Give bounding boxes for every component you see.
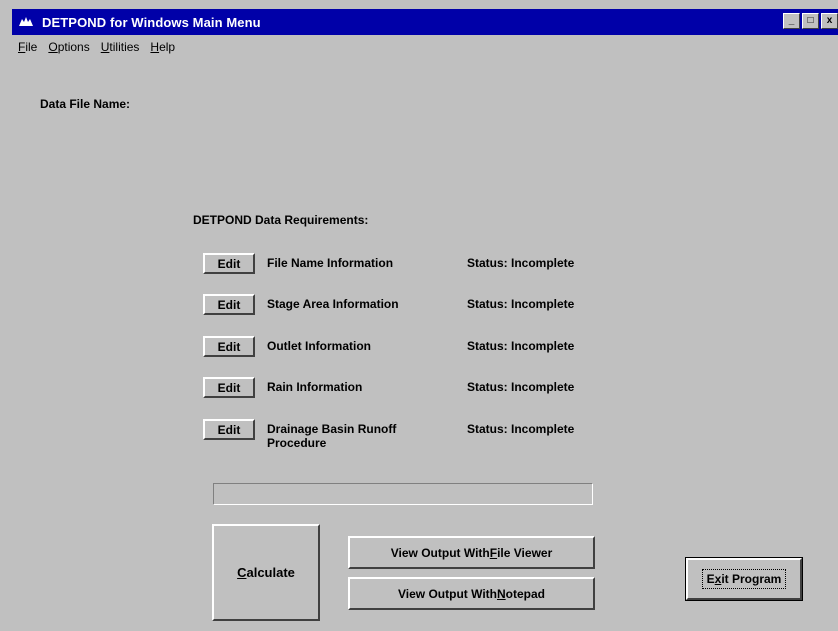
requirement-label-file-name: File Name Information <box>267 256 394 270</box>
menu-help[interactable]: Help <box>150 40 175 60</box>
requirements-heading: DETPOND Data Requirements: <box>193 213 369 227</box>
exit-program-button[interactable]: Exit Program <box>686 558 802 600</box>
requirement-label-rain: Rain Information <box>267 380 363 394</box>
status-outlet: Status: Incomplete <box>467 339 575 353</box>
status-drainage-basin: Status: Incomplete <box>467 422 575 436</box>
requirement-label-drainage-basin: Drainage Basin Runoff Procedure <box>267 422 397 450</box>
exit-default-frame: Exit Program <box>685 557 803 601</box>
main-window: DETPOND for Windows Main Menu _ □ x File… <box>0 0 838 631</box>
data-file-name-label: Data File Name: <box>40 97 131 111</box>
view-output-notepad-button[interactable]: View Output With Notepad <box>348 577 595 610</box>
status-file-name: Status: Incomplete <box>467 256 575 270</box>
app-icon[interactable] <box>16 13 36 31</box>
menu-bar: File Options Utilities Help <box>18 40 175 60</box>
view-output-file-viewer-button[interactable]: View Output With File Viewer <box>348 536 595 569</box>
close-button[interactable]: x <box>821 13 838 29</box>
menu-utilities[interactable]: Utilities <box>101 40 140 60</box>
menu-file[interactable]: File <box>18 40 37 60</box>
calculate-button[interactable]: Calculate <box>212 524 320 621</box>
window-title: DETPOND for Windows Main Menu <box>42 14 261 30</box>
minimize-button[interactable]: _ <box>783 13 800 29</box>
edit-file-name-button[interactable]: Edit <box>203 253 255 274</box>
menu-options[interactable]: Options <box>48 40 89 60</box>
edit-stage-area-button[interactable]: Edit <box>203 294 255 315</box>
window-controls: _ □ x <box>783 13 838 29</box>
requirement-label-stage-area: Stage Area Information <box>267 297 399 311</box>
status-stage-area: Status: Incomplete <box>467 297 575 311</box>
maximize-button[interactable]: □ <box>802 13 819 29</box>
requirement-label-outlet: Outlet Information <box>267 339 371 353</box>
progress-bar <box>213 483 593 505</box>
exit-focus-rect: Exit Program <box>701 569 787 589</box>
edit-drainage-basin-button[interactable]: Edit <box>203 419 255 440</box>
status-rain: Status: Incomplete <box>467 380 575 394</box>
title-bar[interactable]: DETPOND for Windows Main Menu _ □ x <box>12 9 838 35</box>
edit-rain-button[interactable]: Edit <box>203 377 255 398</box>
edit-outlet-button[interactable]: Edit <box>203 336 255 357</box>
